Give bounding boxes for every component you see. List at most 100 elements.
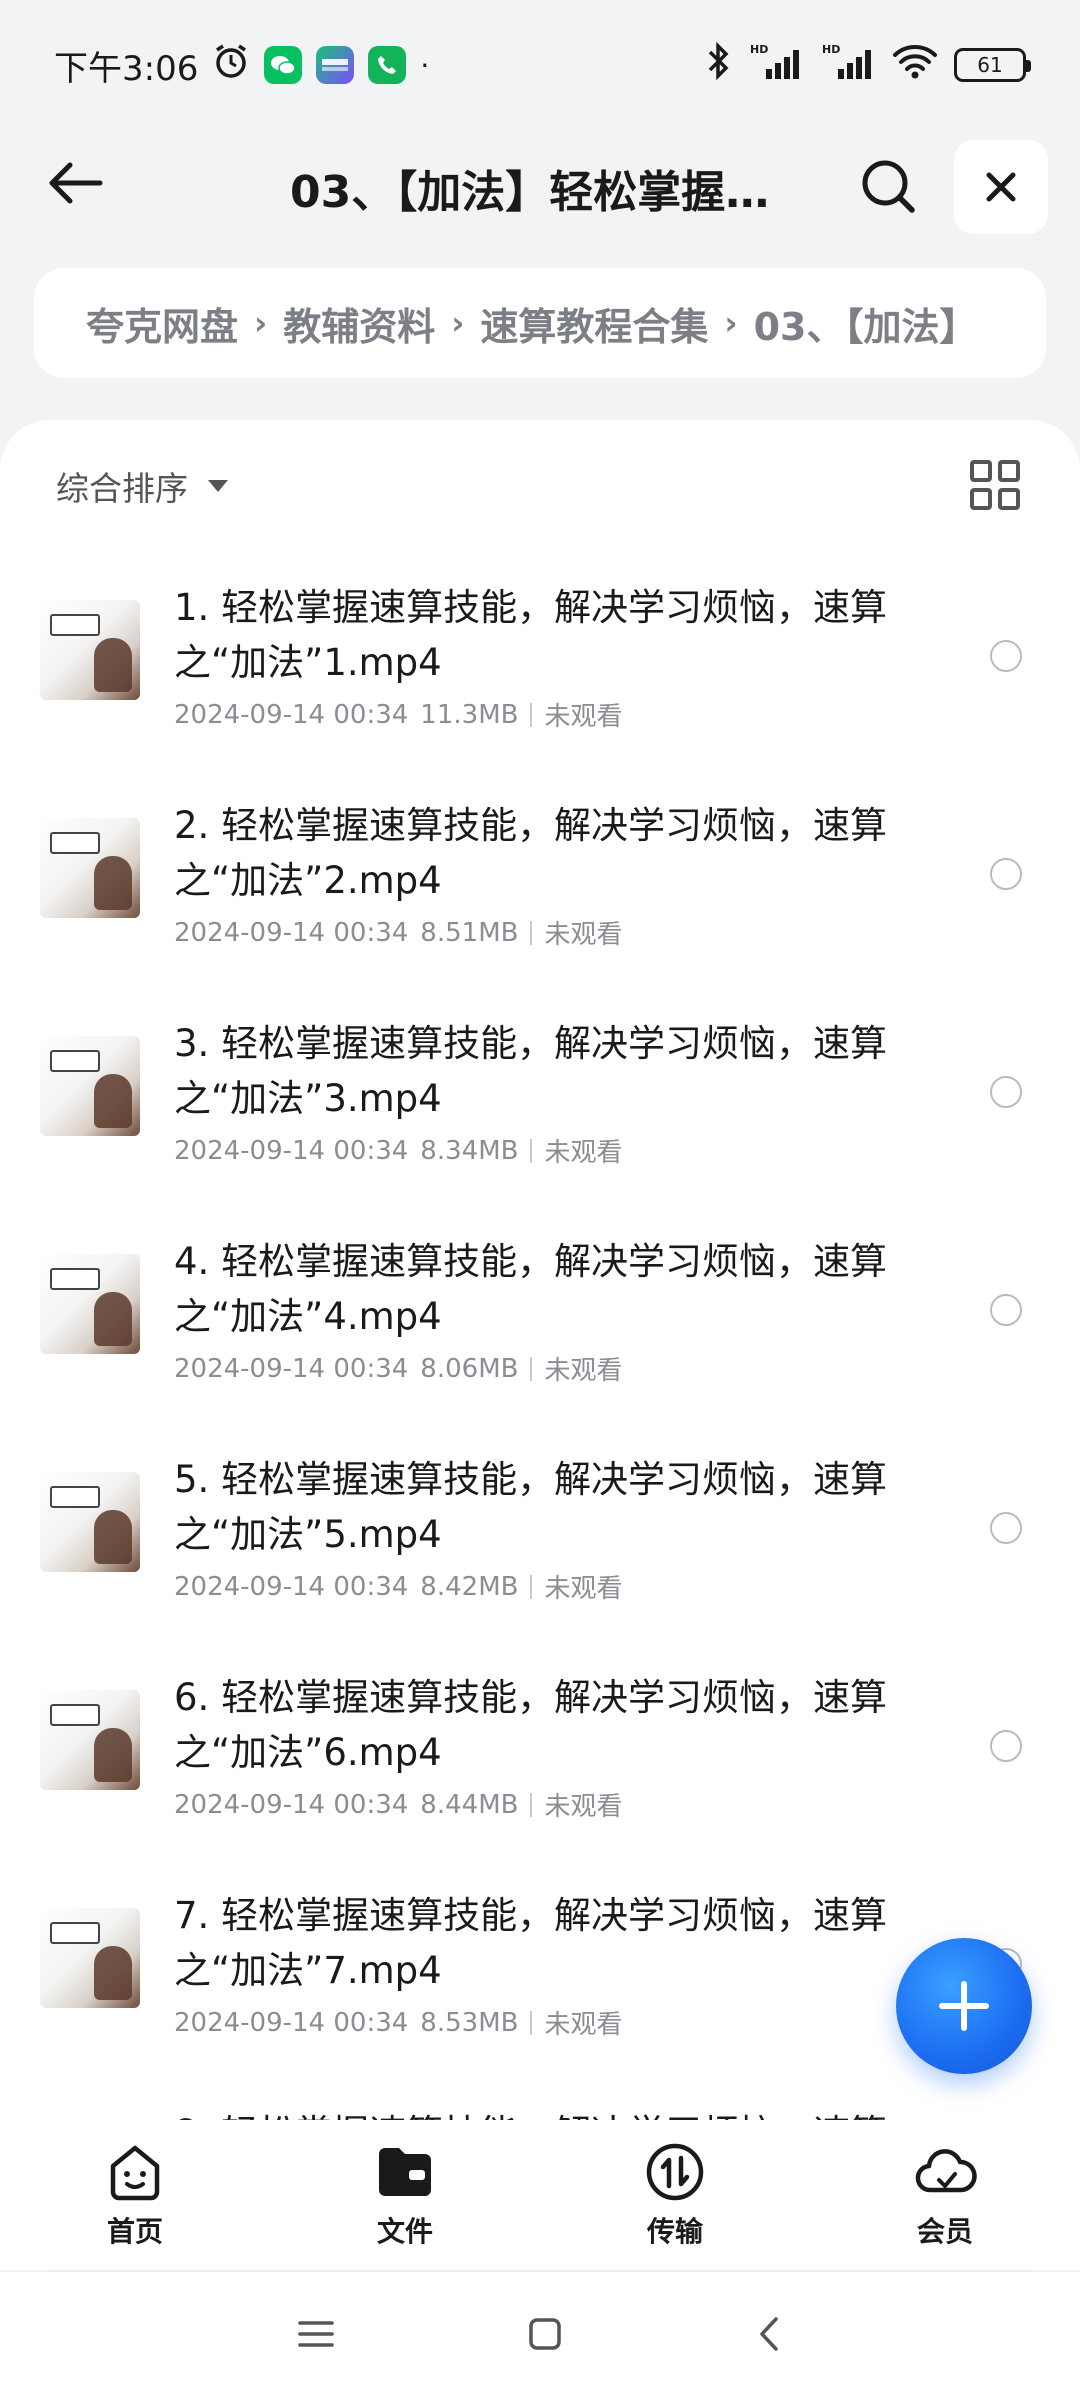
select-radio[interactable] xyxy=(990,1512,1022,1544)
status-time: 下午3:06 xyxy=(54,48,199,89)
chevron-right-icon: › xyxy=(451,304,465,342)
video-thumbnail xyxy=(40,1472,140,1572)
nav-home[interactable]: 首页 xyxy=(0,2120,270,2270)
file-row[interactable]: 3. 轻松掌握速算技能，解决学习烦恼，速算之“加法”3.mp4 2024-09-… xyxy=(0,986,1080,1204)
breadcrumb: 夸克网盘 › 教辅资料 › 速算教程合集 › 03、【加法】 xyxy=(34,268,1046,378)
select-radio[interactable] xyxy=(990,1730,1022,1762)
watch-status: 未观看 xyxy=(544,1138,623,1168)
system-nav-bar xyxy=(0,2272,1080,2400)
breadcrumb-item-collection[interactable]: 速算教程合集 xyxy=(480,296,708,351)
nav-files[interactable]: 文件 xyxy=(270,2120,540,2270)
file-name: 3. 轻松掌握速算技能，解决学习烦恼，速算之“加法”3.mp4 xyxy=(174,1022,888,1120)
file-date: 2024-09-14 00:34 xyxy=(174,2007,409,2038)
watch-status: 未观看 xyxy=(544,2010,623,2040)
iqiyi-icon xyxy=(316,46,355,84)
file-meta: 2024-09-14 00:34 8.44MB 未观看 xyxy=(174,1786,622,1823)
sort-dropdown[interactable]: 综合排序 xyxy=(56,462,228,510)
nav-transfer-label: 传输 xyxy=(646,2215,703,2248)
divider xyxy=(530,702,533,727)
sort-label: 综合排序 xyxy=(56,469,188,508)
file-size: 8.34MB xyxy=(420,1135,519,1166)
breadcrumb-item-current[interactable]: 03、【加法】 xyxy=(754,296,978,351)
file-meta: 2024-09-14 00:34 8.53MB 未观看 xyxy=(174,2004,622,2041)
chevron-right-icon: › xyxy=(254,304,268,342)
wechat-icon xyxy=(264,46,303,84)
select-radio[interactable] xyxy=(990,1294,1022,1326)
home-face-icon xyxy=(110,2145,160,2201)
file-name: 5. 轻松掌握速算技能，解决学习烦恼，速算之“加法”5.mp4 xyxy=(174,1458,888,1556)
watch-status: 未观看 xyxy=(544,1356,623,1386)
arrow-left-icon xyxy=(49,162,103,204)
file-meta: 2024-09-14 00:34 8.51MB 未观看 xyxy=(174,914,622,951)
file-name: 4. 轻松掌握速算技能，解决学习烦恼，速算之“加法”4.mp4 xyxy=(174,1240,888,1338)
file-name: 6. 轻松掌握速算技能，解决学习烦恼，速算之“加法”6.mp4 xyxy=(174,1676,888,1774)
breadcrumb-item-teaching[interactable]: 教辅资料 xyxy=(283,296,435,351)
divider xyxy=(530,2010,533,2035)
file-row[interactable]: 4. 轻松掌握速算技能，解决学习烦恼，速算之“加法”4.mp4 2024-09-… xyxy=(0,1204,1080,1422)
file-name: 8. 轻松掌握速算技能，解决学习烦恼，速算之“加法”8.mp4 xyxy=(174,2106,894,2120)
breadcrumb-item-root[interactable]: 夸克网盘 xyxy=(86,296,238,351)
file-row[interactable]: 8. 轻松掌握速算技能，解决学习烦恼，速算之“加法”8.mp4 xyxy=(0,2076,1080,2120)
file-size: 8.42MB xyxy=(420,1571,519,1602)
file-size: 8.51MB xyxy=(420,917,519,948)
file-name: 7. 轻松掌握速算技能，解决学习烦恼，速算之“加法”7.mp4 xyxy=(174,1894,888,1992)
video-thumbnail xyxy=(40,600,140,700)
nav-home-label: 首页 xyxy=(106,2215,163,2248)
file-row[interactable]: 2. 轻松掌握速算技能，解决学习烦恼，速算之“加法”2.mp4 2024-09-… xyxy=(0,768,1080,986)
file-panel: 综合排序 1. 轻松掌握速算技能，解决学习烦恼，速算之“加法”1.mp4 202… xyxy=(0,420,1080,2120)
select-radio[interactable] xyxy=(990,1076,1022,1108)
search-icon xyxy=(862,160,915,213)
nav-member[interactable]: 会员 xyxy=(810,2120,1080,2270)
file-date: 2024-09-14 00:34 xyxy=(174,1789,409,1820)
file-date: 2024-09-14 00:34 xyxy=(174,1135,409,1166)
battery-indicator: 61 xyxy=(954,48,1031,82)
folder-icon xyxy=(379,2148,431,2196)
status-bar: 下午3:06 · HD HD 61 xyxy=(0,0,1080,130)
watch-status: 未观看 xyxy=(544,1574,623,1604)
file-size: 8.06MB xyxy=(420,1353,519,1384)
phone-icon xyxy=(368,46,407,84)
file-row[interactable]: 1. 轻松掌握速算技能，解决学习烦恼，速算之“加法”1.mp4 2024-09-… xyxy=(0,550,1080,768)
divider xyxy=(530,1356,533,1381)
file-row[interactable]: 5. 轻松掌握速算技能，解决学习烦恼，速算之“加法”5.mp4 2024-09-… xyxy=(0,1422,1080,1640)
select-radio[interactable] xyxy=(990,640,1022,672)
plus-icon xyxy=(939,1981,989,2031)
file-size: 8.44MB xyxy=(420,1789,519,1820)
divider xyxy=(530,1792,533,1817)
file-size: 11.3MB xyxy=(420,699,519,730)
video-thumbnail xyxy=(40,1908,140,2008)
caret-down-icon xyxy=(208,480,228,492)
file-size: 8.53MB xyxy=(420,2007,519,2038)
signal-icon: HD xyxy=(748,41,804,90)
video-thumbnail xyxy=(40,1254,140,1354)
svg-text:HD: HD xyxy=(822,43,840,56)
file-name: 1. 轻松掌握速算技能，解决学习烦恼，速算之“加法”1.mp4 xyxy=(174,586,888,684)
file-meta: 2024-09-14 00:34 11.3MB 未观看 xyxy=(174,696,622,733)
back-chevron-icon[interactable] xyxy=(754,2314,784,2358)
file-date: 2024-09-14 00:34 xyxy=(174,699,409,730)
cloud-icon xyxy=(915,2149,977,2193)
file-list: 1. 轻松掌握速算技能，解决学习烦恼，速算之“加法”1.mp4 2024-09-… xyxy=(0,550,1080,2120)
transfer-icon xyxy=(646,2143,704,2201)
divider xyxy=(530,920,533,945)
search-button[interactable] xyxy=(850,148,926,224)
file-row[interactable]: 6. 轻松掌握速算技能，解决学习烦恼，速算之“加法”6.mp4 2024-09-… xyxy=(0,1640,1080,1858)
file-meta: 2024-09-14 00:34 8.42MB 未观看 xyxy=(174,1568,622,1605)
watch-status: 未观看 xyxy=(544,702,623,732)
back-button[interactable] xyxy=(40,148,110,218)
file-name: 2. 轻松掌握速算技能，解决学习烦恼，速算之“加法”2.mp4 xyxy=(174,804,888,902)
page-title: 03、【加法】轻松掌握… xyxy=(290,167,770,218)
select-radio[interactable] xyxy=(990,858,1022,890)
nav-files-label: 文件 xyxy=(376,2215,433,2248)
grid-view-icon[interactable] xyxy=(970,460,1020,510)
menu-icon[interactable] xyxy=(296,2318,336,2354)
watch-status: 未观看 xyxy=(544,920,623,950)
add-button[interactable] xyxy=(896,1938,1032,2074)
bluetooth-icon xyxy=(704,41,732,90)
dot-icon: · xyxy=(420,48,430,82)
app-screen: 下午3:06 · HD HD 61 03、【加法】轻松掌握… 夸克网盘 › 教辅… xyxy=(0,0,1080,2400)
close-button[interactable] xyxy=(954,140,1048,234)
nav-transfer[interactable]: 传输 xyxy=(540,2120,810,2270)
home-square-icon[interactable] xyxy=(527,2316,563,2356)
video-thumbnail xyxy=(40,1690,140,1790)
